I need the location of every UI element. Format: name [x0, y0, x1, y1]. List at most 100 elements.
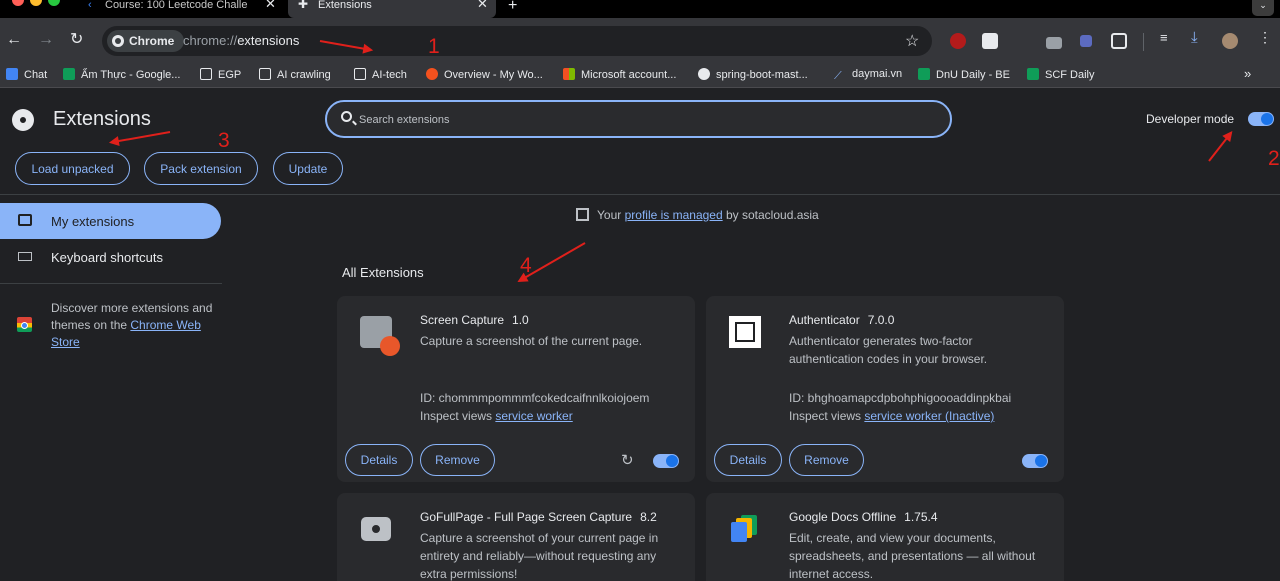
daymai-icon: ⟋: [834, 70, 842, 82]
toolbar-divider: [1143, 33, 1144, 51]
bookmark-scf-daily[interactable]: SCF Daily: [1027, 68, 1095, 81]
reload-icon[interactable]: ↻: [621, 451, 634, 469]
overview-icon: [426, 68, 438, 80]
url-text[interactable]: chrome://extensions: [183, 33, 299, 48]
bookmark-label: daymai.vn: [852, 68, 903, 80]
bookmark-ai-crawling[interactable]: AI crawling: [259, 68, 331, 81]
tab-strip: ‹ Course: 100 Leetcode Challe ✕ ✚ Extens…: [0, 0, 1280, 18]
load-unpacked-button[interactable]: Load unpacked: [15, 152, 130, 185]
media-icon[interactable]: ≡: [1160, 30, 1176, 46]
annotation-number-1: 1: [428, 35, 440, 58]
managed-prefix: Your: [597, 208, 625, 222]
search-bar[interactable]: [325, 100, 952, 138]
search-input[interactable]: [359, 110, 939, 130]
tab-search-button[interactable]: ⌄: [1252, 0, 1274, 16]
download-icon[interactable]: ⤓: [1191, 29, 1207, 46]
inspect-label: Inspect views: [789, 409, 865, 423]
screenshot-ext-icon[interactable]: [1080, 35, 1092, 47]
screen-capture-icon: [360, 316, 400, 356]
update-button[interactable]: Update: [273, 152, 343, 185]
search-icon: [341, 111, 352, 122]
camera-lens-icon: [369, 522, 383, 536]
extension-title: GoFullPage - Full Page Screen Capture: [420, 510, 633, 524]
bookmark-label: AI-tech: [372, 69, 407, 81]
puzzle-icon: ✚: [298, 0, 309, 11]
sheets-icon: [918, 68, 930, 80]
bookmark-label: Microsoft account...: [581, 69, 677, 81]
site-info-chip[interactable]: Chrome: [107, 30, 185, 52]
sidebar-item-keyboard-shortcuts[interactable]: Keyboard shortcuts: [0, 239, 221, 275]
extension-description: Capture a screenshot of the current page…: [420, 334, 643, 348]
extension-version: 8.2: [640, 510, 657, 524]
extension-id: ID: chommmpommmfcokedcaifnnlkoiojoem: [420, 391, 650, 405]
bookmarks-bar: Chat Ẩm Thực - Google... EGP AI crawling…: [0, 62, 1280, 88]
developer-mode-label: Developer mode: [1146, 112, 1235, 126]
bookmark-am-thuc[interactable]: Ẩm Thực - Google...: [63, 68, 180, 81]
address-bar[interactable]: Chrome chrome://extensions ☆: [102, 26, 932, 56]
maximize-window-button[interactable]: [48, 0, 60, 6]
developer-mode-toggle[interactable]: [1248, 112, 1274, 126]
folder-icon: [259, 68, 271, 80]
bookmark-egp[interactable]: EGP: [200, 68, 241, 81]
extension-name: Google Docs Offline 1.75.4: [789, 510, 938, 524]
docs-doc-icon: [731, 522, 747, 542]
chat-icon: [6, 68, 18, 80]
close-window-button[interactable]: [12, 0, 24, 6]
service-worker-link[interactable]: service worker: [495, 409, 572, 423]
ublock-icon[interactable]: [950, 33, 966, 49]
profile-managed-link[interactable]: profile is managed: [625, 208, 723, 222]
bookmark-dnu-daily[interactable]: DnU Daily - BE: [918, 68, 1010, 81]
managed-notice: Your profile is managed by sotacloud.asi…: [576, 208, 819, 222]
bookmark-label: Chat: [24, 69, 48, 81]
microsoft-icon: [563, 68, 575, 80]
bookmark-star-icon[interactable]: ☆: [905, 31, 919, 51]
bookmarks-overflow-icon[interactable]: »: [1244, 66, 1251, 81]
tab-extensions[interactable]: ✚ Extensions ✕: [288, 0, 496, 18]
reload-button[interactable]: ↻: [70, 31, 83, 49]
service-worker-link[interactable]: service worker (Inactive): [864, 409, 994, 423]
new-tab-button[interactable]: +: [508, 0, 517, 15]
forward-button[interactable]: →: [38, 31, 54, 49]
extensions-header: Extensions Developer mode Load unpacked …: [0, 88, 1280, 195]
bookmark-daymai[interactable]: ⟋ daymai.vn: [834, 68, 902, 82]
annotation-number-4: 4: [520, 254, 532, 277]
extension-enable-toggle[interactable]: [1022, 454, 1048, 468]
bookmark-label: SCF Daily: [1045, 69, 1095, 81]
github-icon: [698, 68, 710, 80]
avatar[interactable]: [1222, 33, 1238, 49]
url-path: extensions: [237, 33, 300, 48]
qr-code-icon: [729, 316, 761, 348]
back-button[interactable]: ←: [6, 31, 22, 49]
folder-icon: [200, 68, 212, 80]
tab-close-icon[interactable]: ✕: [477, 0, 488, 10]
details-button[interactable]: Details: [345, 444, 413, 476]
camera-icon[interactable]: [1046, 37, 1062, 49]
bookmark-overview[interactable]: Overview - My Wo...: [426, 68, 543, 81]
bookmark-spring-boot[interactable]: spring-boot-mast...: [698, 68, 808, 81]
remove-button[interactable]: Remove: [789, 444, 864, 476]
sidebar-item-label: My extensions: [51, 214, 135, 229]
tab-close-icon[interactable]: ✕: [265, 0, 276, 10]
tab-course[interactable]: ‹ Course: 100 Leetcode Challe ✕: [78, 0, 285, 18]
details-button[interactable]: Details: [714, 444, 782, 476]
chrome-logo-icon: [12, 109, 34, 131]
bookmark-microsoft[interactable]: Microsoft account...: [563, 68, 676, 81]
extension-name: Screen Capture 1.0: [420, 313, 529, 327]
bookmark-ai-tech[interactable]: AI-tech: [354, 68, 407, 81]
sidebar-item-my-extensions[interactable]: My extensions: [0, 203, 221, 239]
chrome-icon: [112, 35, 124, 47]
pack-extension-button[interactable]: Pack extension: [144, 152, 258, 185]
minimize-window-button[interactable]: [30, 0, 42, 6]
extension-description: Authenticator generates two-factor authe…: [789, 334, 988, 366]
menu-icon[interactable]: ⋮: [1258, 29, 1274, 45]
remove-button[interactable]: Remove: [420, 444, 495, 476]
extension-enable-toggle[interactable]: [653, 454, 679, 468]
extension-name: Authenticator 7.0.0: [789, 313, 894, 327]
qr-icon[interactable]: [982, 33, 998, 49]
folder-icon: [354, 68, 366, 80]
extensions-puzzle-icon[interactable]: [1111, 33, 1127, 49]
extension-version: 1.75.4: [904, 510, 938, 524]
bookmark-chat[interactable]: Chat: [6, 68, 47, 81]
tab-favicon-icon: ‹: [88, 0, 92, 11]
managed-suffix: by sotacloud.asia: [722, 208, 819, 222]
